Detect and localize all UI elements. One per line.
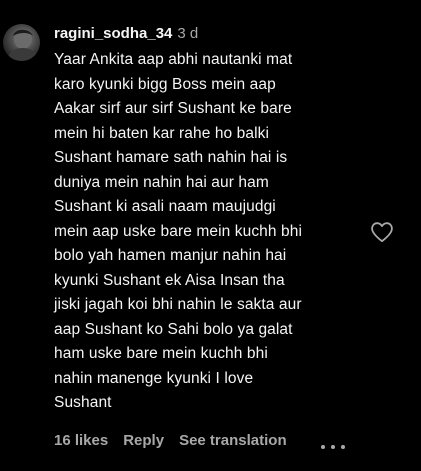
comment-actions: 16 likes Reply See translation xyxy=(54,430,287,450)
username-link[interactable]: ragini_sodha_34 xyxy=(54,25,172,42)
heart-outline-icon[interactable] xyxy=(370,221,394,243)
avatar[interactable] xyxy=(3,24,40,61)
see-translation-button[interactable]: See translation xyxy=(179,432,287,449)
comment: ragini_sodha_34 3 d Yaar Ankita aap abhi… xyxy=(0,0,421,471)
reply-button[interactable]: Reply xyxy=(123,432,164,449)
more-options-icon[interactable] xyxy=(320,437,346,449)
likes-count-link[interactable]: 16 likes xyxy=(54,432,108,449)
comment-text: Yaar Ankita aap abhi nautanki mat karo k… xyxy=(54,51,302,411)
comment-header: ragini_sodha_34 3 d xyxy=(54,25,198,45)
timestamp[interactable]: 3 d xyxy=(177,25,198,42)
avatar-image xyxy=(7,29,38,61)
